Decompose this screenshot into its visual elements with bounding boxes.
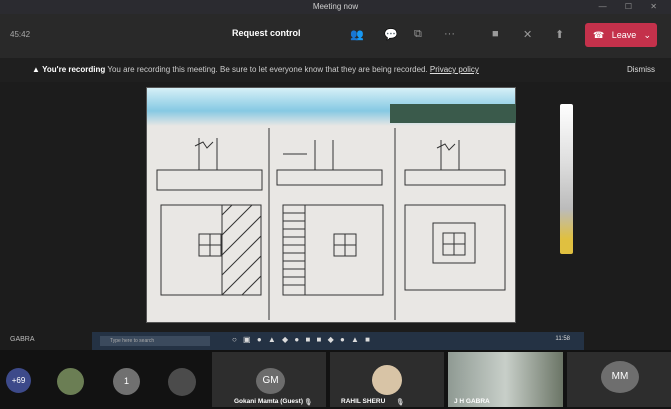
request-control-button[interactable]: Request control xyxy=(232,28,301,38)
title-bar: Meeting now — ☐ ✕ xyxy=(0,0,671,14)
window-title: Meeting now xyxy=(312,2,359,11)
overflow-participants[interactable]: +69 xyxy=(6,368,31,393)
share-icon[interactable]: ⬆ xyxy=(555,28,564,41)
participants-icon[interactable]: 👥 xyxy=(350,28,364,41)
footing-drawing xyxy=(156,128,506,320)
mic-off-icon[interactable]: ✕ xyxy=(523,28,532,41)
rooms-icon[interactable]: ⧉ xyxy=(414,28,422,41)
participant-name: Gokani Mamta (Guest) xyxy=(234,398,303,405)
avatar xyxy=(57,368,84,395)
taskbar-clock: 11:58 xyxy=(555,336,570,342)
avatar xyxy=(372,365,402,395)
chat-icon[interactable]: 💬 xyxy=(384,28,398,41)
recording-banner: ▲ You're recording You are recording thi… xyxy=(0,58,671,82)
meeting-toolbar: 45:42 Request control 👥 💬 ⧉ ··· ■ ✕ ⬆ ☎ … xyxy=(0,14,671,58)
participant-name: RAHIL SHERU xyxy=(341,398,386,405)
window-controls[interactable]: — ☐ ✕ xyxy=(599,0,665,14)
avatar: MM xyxy=(601,361,639,393)
leave-label: Leave xyxy=(611,30,637,40)
leave-button[interactable]: ☎ Leave ⌄ xyxy=(585,23,657,47)
meeting-timer: 45:42 xyxy=(10,30,31,39)
notification-toast[interactable] xyxy=(390,104,516,123)
more-icon[interactable]: ··· xyxy=(444,28,455,40)
privacy-policy-link[interactable]: Privacy policy xyxy=(430,65,479,74)
camera-icon[interactable]: ■ xyxy=(492,28,499,40)
mic-off-icon: 🎙 xyxy=(304,399,313,406)
participant-name: J H GABRA xyxy=(454,398,490,405)
pen-toolbar[interactable] xyxy=(560,104,573,254)
phone-icon: ☎ xyxy=(593,30,605,40)
dismiss-button[interactable]: Dismiss xyxy=(627,58,655,82)
warning-icon: ▲ xyxy=(32,65,40,74)
taskbar-icons: ○ ▣ ● ▲ ◆ ● ■ ■ ◆ ● ▲ ■ xyxy=(232,335,372,344)
avatar xyxy=(168,368,196,396)
recording-title: You're recording xyxy=(42,65,106,74)
taskbar-search: Type here to search xyxy=(100,336,210,346)
recording-message: You are recording this meeting. Be sure … xyxy=(107,65,428,74)
presenter-label: GABRA xyxy=(10,336,35,343)
avatar: GM xyxy=(256,368,285,394)
avatar: 1 xyxy=(113,368,140,395)
mic-off-icon: 🎙 xyxy=(396,399,405,406)
shared-taskbar: Type here to search ○ ▣ ● ▲ ◆ ● ■ ■ ◆ ● … xyxy=(92,332,584,350)
chevron-down-icon[interactable]: ⌄ xyxy=(643,23,651,47)
